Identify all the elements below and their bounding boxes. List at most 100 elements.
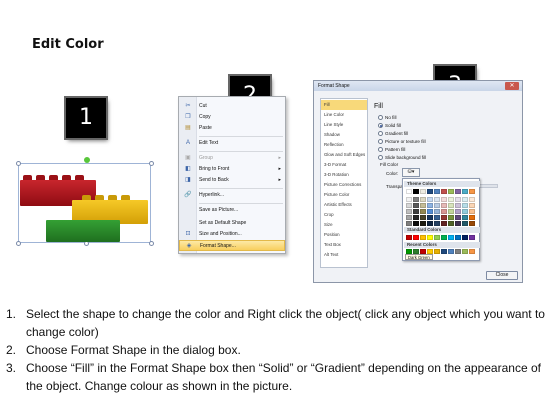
menu-item-save-as-picture[interactable]: Save as Picture... [179,205,285,216]
color-swatch[interactable] [455,221,461,226]
color-swatch[interactable] [413,235,419,240]
color-swatch[interactable] [469,215,475,220]
color-swatch[interactable] [462,203,468,208]
color-swatch[interactable] [427,209,433,214]
color-swatch[interactable] [448,203,454,208]
color-swatch[interactable] [434,215,440,220]
color-swatch[interactable] [427,215,433,220]
color-swatch[interactable] [462,209,468,214]
color-swatch[interactable] [448,197,454,202]
color-swatch[interactable] [441,197,447,202]
color-swatch[interactable] [406,209,412,214]
color-swatch[interactable] [469,249,475,254]
nav-item-glow[interactable]: Glow and Soft Edges [321,150,367,160]
menu-item-bring-to-front[interactable]: ◧ Bring to Front ▸ [179,164,285,175]
color-swatch[interactable] [441,235,447,240]
color-swatch[interactable] [462,235,468,240]
menu-item-group[interactable]: ▣ Group ▸ [179,153,285,164]
color-swatch[interactable] [406,189,412,194]
selection-handle[interactable] [16,241,21,246]
nav-item-picture-color[interactable]: Picture Color [321,190,367,200]
color-swatch[interactable] [434,197,440,202]
color-swatch[interactable] [406,203,412,208]
nav-item-position[interactable]: Position [321,230,367,240]
color-swatch[interactable] [427,189,433,194]
color-swatch[interactable] [420,221,426,226]
color-swatch[interactable] [462,215,468,220]
color-swatch[interactable] [441,209,447,214]
color-swatch[interactable] [462,189,468,194]
radio-solid-fill[interactable]: Solid fill [378,122,401,129]
color-swatch[interactable] [413,203,419,208]
color-swatch[interactable] [469,209,475,214]
color-swatch[interactable] [455,249,461,254]
color-swatch[interactable] [420,235,426,240]
color-swatch[interactable] [441,189,447,194]
color-swatch[interactable] [455,209,461,214]
color-swatch[interactable] [413,221,419,226]
color-swatch[interactable] [420,209,426,214]
color-swatch[interactable] [448,221,454,226]
color-swatch[interactable] [462,197,468,202]
menu-item-format-shape[interactable]: ◈ Format Shape... [179,240,285,251]
color-swatch[interactable] [413,215,419,220]
nav-item-size[interactable]: Size [321,220,367,230]
color-swatch[interactable] [469,235,475,240]
menu-item-set-default-shape[interactable]: Set as Default Shape [179,218,285,229]
color-swatch[interactable] [406,235,412,240]
color-swatch[interactable] [469,197,475,202]
close-icon[interactable]: ✕ [505,82,519,90]
radio-gradient-fill[interactable]: Gradient fill [378,130,408,137]
selection-handle[interactable] [16,161,21,166]
nav-item-line-color[interactable]: Line Color [321,110,367,120]
color-swatch[interactable] [441,203,447,208]
color-swatch[interactable] [434,249,440,254]
menu-item-edit-text[interactable]: A Edit Text [179,138,285,149]
color-swatch[interactable] [455,189,461,194]
color-swatch[interactable] [434,203,440,208]
color-swatch[interactable] [406,215,412,220]
color-swatch[interactable] [441,249,447,254]
radio-pattern-fill[interactable]: Pattern fill [378,146,405,153]
color-swatch[interactable] [413,197,419,202]
color-swatch[interactable] [413,189,419,194]
color-swatch[interactable] [441,221,447,226]
color-swatch[interactable] [469,189,475,194]
nav-item-alt-text[interactable]: Alt Text [321,250,367,260]
color-swatch[interactable] [406,221,412,226]
nav-item-3d-rotation[interactable]: 3-D Rotation [321,170,367,180]
color-swatch[interactable] [434,221,440,226]
color-swatch[interactable] [469,221,475,226]
color-swatch[interactable] [448,189,454,194]
menu-item-send-to-back[interactable]: ◨ Send to Back ▸ [179,175,285,186]
selection-handle[interactable] [149,161,154,166]
nav-item-3d-format[interactable]: 3-D Format [321,160,367,170]
color-swatch[interactable] [434,189,440,194]
color-swatch[interactable] [462,221,468,226]
color-swatch[interactable] [427,203,433,208]
color-swatch[interactable] [427,235,433,240]
nav-item-artistic-effects[interactable]: Artistic Effects [321,200,367,210]
color-swatch[interactable] [448,215,454,220]
color-picker-button[interactable]: ⛁▾ [402,168,420,177]
color-swatch[interactable] [455,197,461,202]
radio-picture-fill[interactable]: Picture or texture fill [378,138,426,145]
nav-item-picture-corrections[interactable]: Picture Corrections [321,180,367,190]
color-swatch[interactable] [420,215,426,220]
radio-slide-background-fill[interactable]: Slide background fill [378,154,426,161]
color-swatch[interactable] [420,197,426,202]
menu-item-hyperlink[interactable]: 🔗 Hyperlink... [179,190,285,201]
color-swatch[interactable] [413,209,419,214]
nav-item-line-style[interactable]: Line Style [321,120,367,130]
color-swatch[interactable] [455,203,461,208]
selection-handle[interactable] [149,241,154,246]
nav-item-reflection[interactable]: Reflection [321,140,367,150]
color-swatch[interactable] [448,249,454,254]
menu-item-copy[interactable]: ❐ Copy [179,112,285,123]
color-swatch[interactable] [434,235,440,240]
nav-item-fill[interactable]: Fill [321,100,367,110]
nav-item-text-box[interactable]: Text Box [321,240,367,250]
color-swatch[interactable] [455,235,461,240]
nav-item-shadow[interactable]: Shadow [321,130,367,140]
color-swatch[interactable] [448,209,454,214]
